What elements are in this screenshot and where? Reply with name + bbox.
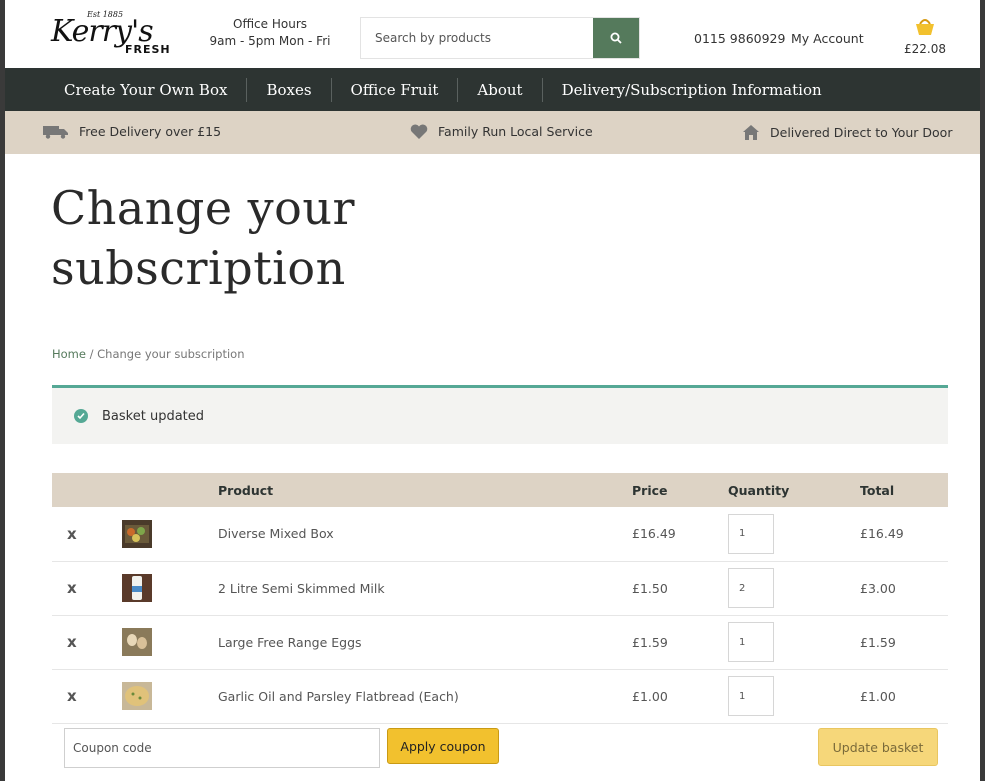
- product-thumbnail-cell: [122, 507, 218, 561]
- my-account-link[interactable]: My Account: [791, 31, 864, 46]
- header-product: Product: [218, 482, 274, 498]
- breadcrumb-home[interactable]: Home: [52, 347, 86, 361]
- breadcrumb-separator: /: [89, 347, 94, 361]
- basket-button[interactable]: £22.08: [900, 16, 950, 56]
- logo-fresh-text: FRESH: [125, 43, 171, 56]
- office-hours: Office Hours 9am - 5pm Mon - Fri: [205, 16, 335, 50]
- product-total: £3.00: [860, 580, 896, 596]
- search-bar: [360, 17, 640, 59]
- breadcrumb: Home / Change your subscription: [52, 347, 245, 361]
- quantity-input[interactable]: [728, 676, 774, 716]
- apply-coupon-button[interactable]: Apply coupon: [387, 728, 499, 764]
- product-price: £1.59: [632, 634, 668, 650]
- benefit-delivery-text: Free Delivery over £15: [79, 124, 222, 139]
- product-thumbnail-eggs[interactable]: [122, 628, 152, 656]
- product-thumbnail-flatbread[interactable]: [122, 682, 152, 710]
- product-price: £1.50: [632, 580, 668, 596]
- header-price: Price: [632, 482, 668, 498]
- cart-actions: Apply coupon Update basket: [52, 726, 948, 770]
- basket-total: £22.08: [904, 42, 946, 56]
- notice-text: Basket updated: [102, 408, 205, 424]
- product-total: £1.00: [860, 688, 896, 704]
- remove-item-button[interactable]: x: [52, 669, 122, 723]
- product-thumbnail-cell: [122, 615, 218, 669]
- table-row: x Large Free Range Eggs £1.59 £1.59: [52, 615, 948, 669]
- cart-header-row: Product Price Quantity Total: [52, 473, 948, 507]
- page-title: Change your subscription: [51, 178, 355, 298]
- table-row: x 2 Litre Semi Skimmed Milk £1.50 £3.00: [52, 561, 948, 615]
- remove-item-button[interactable]: x: [52, 615, 122, 669]
- main-nav: Create Your Own Box Boxes Office Fruit A…: [5, 68, 980, 111]
- nav-item-delivery-info[interactable]: Delivery/Subscription Information: [543, 78, 841, 102]
- product-thumbnail-cell: [122, 561, 218, 615]
- product-price: £1.00: [632, 688, 668, 704]
- update-basket-button[interactable]: Update basket: [818, 728, 938, 766]
- nav-item-boxes[interactable]: Boxes: [247, 77, 332, 102]
- product-thumbnail-cell: [122, 669, 218, 723]
- remove-item-button[interactable]: x: [52, 507, 122, 561]
- header-total: Total: [860, 482, 895, 498]
- table-row: x Diverse Mixed Box £16.49 £16.49: [52, 507, 948, 561]
- benefit-door-text: Delivered Direct to Your Door: [770, 125, 953, 140]
- basket-icon: [916, 19, 934, 35]
- benefit-door: Delivered Direct to Your Door: [742, 124, 952, 141]
- check-icon: [74, 409, 88, 423]
- benefit-delivery: Free Delivery over £15: [43, 124, 221, 139]
- office-hours-title: Office Hours: [233, 17, 307, 31]
- truck-icon: [43, 125, 68, 139]
- nav-item-office-fruit[interactable]: Office Fruit: [332, 77, 459, 102]
- benefit-family-text: Family Run Local Service: [438, 124, 593, 139]
- product-name-link[interactable]: Diverse Mixed Box: [218, 507, 632, 561]
- quantity-cell: [728, 507, 860, 561]
- basket-updated-notice: Basket updated: [52, 385, 948, 444]
- search-icon: [610, 32, 622, 44]
- search-button[interactable]: [593, 18, 639, 58]
- page-title-line2: subscription: [51, 241, 346, 295]
- search-input[interactable]: [361, 18, 593, 58]
- header-thumbnail: [122, 473, 218, 507]
- quantity-cell: [728, 669, 860, 723]
- product-total: £1.59: [860, 634, 896, 650]
- page-title-line1: Change your: [51, 181, 355, 235]
- quantity-input[interactable]: [728, 622, 774, 662]
- quantity-input[interactable]: [728, 513, 774, 554]
- house-icon: [743, 125, 759, 140]
- header-remove: [52, 473, 122, 507]
- header-quantity: Quantity: [728, 482, 790, 498]
- benefits-bar: Free Delivery over £15 Family Run Local …: [5, 111, 980, 154]
- page-frame: Est 1885 Kerry's FRESH Office Hours 9am …: [5, 0, 980, 781]
- product-price: £16.49: [632, 526, 676, 542]
- site-logo[interactable]: Est 1885 Kerry's FRESH: [51, 8, 171, 62]
- office-hours-text: 9am - 5pm Mon - Fri: [209, 34, 331, 48]
- heart-icon: [410, 124, 428, 139]
- product-total: £16.49: [860, 526, 904, 542]
- nav-item-about[interactable]: About: [458, 77, 543, 102]
- product-name-link[interactable]: 2 Litre Semi Skimmed Milk: [218, 561, 632, 615]
- product-name-link[interactable]: Garlic Oil and Parsley Flatbread (Each): [218, 669, 632, 723]
- benefit-family: Family Run Local Service: [410, 124, 593, 139]
- nav-item-create-box[interactable]: Create Your Own Box: [45, 77, 248, 102]
- remove-item-button[interactable]: x: [52, 561, 122, 615]
- table-row: x Garlic Oil and Parsley Flatbread (Each…: [52, 669, 948, 723]
- product-thumbnail-box[interactable]: [122, 519, 152, 548]
- coupon-code-input[interactable]: [64, 728, 380, 768]
- product-name-link[interactable]: Large Free Range Eggs: [218, 615, 632, 669]
- phone-link[interactable]: 0115 9860929: [694, 31, 785, 46]
- quantity-cell: [728, 615, 860, 669]
- cart-table: Product Price Quantity Total x Diverse M…: [52, 473, 948, 724]
- breadcrumb-current: Change your subscription: [97, 347, 245, 361]
- site-header: Est 1885 Kerry's FRESH Office Hours 9am …: [5, 0, 980, 68]
- quantity-input[interactable]: [728, 568, 774, 608]
- quantity-cell: [728, 561, 860, 615]
- product-thumbnail-milk[interactable]: [122, 574, 152, 602]
